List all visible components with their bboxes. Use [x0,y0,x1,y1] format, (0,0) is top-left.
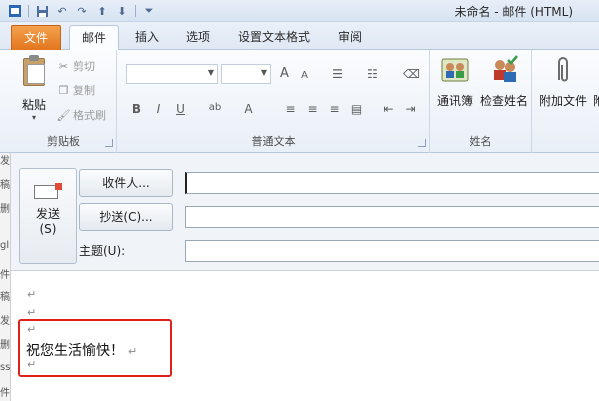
bullets-icon[interactable]: ☰ [329,65,346,82]
tab-insert[interactable]: 插入 [130,25,164,50]
dialog-launcher-icon[interactable] [105,139,113,147]
message-body[interactable]: ↵ ↵ ↵ 祝您生活愉快！ ↵ ↵ [11,272,599,401]
underline-button[interactable]: U [172,100,189,117]
send-button[interactable]: 发送 (S) [19,168,77,264]
tab-message[interactable]: 邮件 [69,25,119,51]
chevron-down-icon: ▼ [207,68,214,77]
increase-indent-icon[interactable]: ⇥ [402,100,419,117]
font-name-combo[interactable]: ▼ [126,64,218,84]
toolbar-separator [135,5,136,17]
check-names-label: 检查姓名 [480,94,529,108]
tab-options[interactable]: 选项 [180,25,216,50]
address-book-label: 通讯簿 [437,94,474,108]
tab-review[interactable]: 审阅 [333,25,367,50]
decrease-indent-icon[interactable]: ⇤ [380,100,397,117]
bold-button[interactable]: B [128,100,145,117]
check-names-button[interactable]: 检查姓名 [480,54,528,109]
chevron-down-icon: ▼ [260,68,267,77]
font-color-button[interactable]: A [240,100,257,117]
ribbon: 粘贴 ▾ ✂ 剪切 ❐ 复制 🖌 格式刷 剪贴板 ▼ ▼ A A ☰ ☷ ⌫ B… [0,50,599,153]
numbering-icon[interactable]: ☷ [364,65,381,82]
align-right-icon[interactable]: ≡ [326,100,343,117]
strip-char: 删 [0,340,10,351]
copy-label: 复制 [73,84,95,97]
clear-format-icon[interactable]: ⌫ [403,65,420,82]
paste-label: 粘贴 [21,98,46,112]
subject-field[interactable] [185,240,599,262]
basic-text-group: ▼ ▼ A A ☰ ☷ ⌫ B I U ab A ≡ ≡ ≡ ▤ ⇤ ⇥ 普通文… [118,50,430,153]
undo-icon[interactable]: ↶ [55,4,69,18]
toolbar-separator [28,5,29,17]
paragraph-mark: ↵ [27,288,37,301]
strip-char: 稿 [0,180,10,191]
scissors-icon: ✂ [58,59,69,73]
send-envelope-icon [34,183,62,201]
basic-text-group-label: 普通文本 [251,135,296,148]
tab-format-text[interactable]: 设置文本格式 [233,25,315,50]
chevron-down-icon: ▾ [31,113,36,122]
up-icon[interactable]: ⬆ [95,4,109,18]
cc-field[interactable] [185,206,599,228]
save-icon[interactable] [35,4,49,18]
names-group-label: 姓名 [469,135,492,148]
include-group: 附加文件 附 [533,50,599,153]
quick-access-toolbar: ↶ ↷ ⬆ ⬇ ⏷ [8,2,156,20]
strip-char: 件 [0,388,10,399]
clipboard-group: 粘贴 ▾ ✂ 剪切 ❐ 复制 🖌 格式刷 剪贴板 [11,50,117,153]
subject-label: 主题(U): [79,244,126,258]
customize-icon[interactable]: ⏷ [142,4,156,18]
clipboard-icon [21,54,47,86]
send-label: 发送 [35,207,60,221]
highlight-box [18,319,172,377]
align-center-icon[interactable]: ≡ [304,100,321,117]
strip-char: 发 [0,316,10,327]
justify-icon[interactable]: ▤ [348,100,365,117]
attach-file-label: 附加文件 [539,94,588,108]
to-field[interactable] [185,172,599,194]
cut-label: 剪切 [73,60,95,73]
format-painter-label: 格式刷 [73,109,106,122]
strip-char: gli [0,240,11,251]
tab-file[interactable]: 文件 [11,25,61,50]
to-button[interactable]: 收件人... [79,169,173,197]
dialog-launcher-icon[interactable] [418,139,426,147]
outlook-icon[interactable] [8,4,22,18]
font-size-combo[interactable]: ▼ [221,64,271,84]
address-book-button[interactable]: 通讯簿 [437,54,473,109]
paragraph-mark: ↵ [27,306,37,319]
redo-icon[interactable]: ↷ [75,4,89,18]
paperclip-icon [547,54,579,86]
address-book-icon [439,54,471,86]
copy-button[interactable]: ❐ 复制 [57,81,95,99]
strip-char: 删 [0,204,10,215]
grow-font-button[interactable]: A [276,65,293,82]
names-group: 通讯簿 检查姓名 姓名 [430,50,532,153]
strip-char: ss [0,362,11,373]
format-painter-button[interactable]: 🖌 格式刷 [57,106,106,124]
cut-button[interactable]: ✂ 剪切 [57,57,95,75]
cc-button[interactable]: 抄送(C)... [79,203,173,231]
strip-char: 稿 [0,292,10,303]
copy-icon: ❐ [58,83,69,97]
shrink-font-button[interactable]: A [296,67,313,84]
paste-button[interactable]: 粘贴 ▾ [17,54,51,122]
title-bar: ↶ ↷ ⬆ ⬇ ⏷ 未命名 - 邮件 (HTML) [0,0,599,22]
align-left-icon[interactable]: ≡ [282,100,299,117]
attach-more-label[interactable]: 附 [593,92,599,109]
strip-char: 件 [0,270,10,281]
compose-header: 发送 (S) 收件人... 抄送(C)... 主题(U): [11,153,599,271]
ribbon-tab-row: 文件 邮件 插入 选项 设置文本格式 审阅 [0,22,599,51]
check-names-icon [488,54,520,86]
send-shortcut: (S) [39,222,57,236]
attach-file-button[interactable]: 附加文件 [539,54,587,109]
italic-button[interactable]: I [150,100,167,117]
strip-char: 发 [0,156,10,167]
down-icon[interactable]: ⬇ [115,4,129,18]
brush-icon: 🖌 [56,108,71,122]
window-title: 未命名 - 邮件 (HTML) [454,5,573,19]
clipboard-group-label: 剪贴板 [47,135,80,148]
highlight-button[interactable]: ab [204,99,226,116]
